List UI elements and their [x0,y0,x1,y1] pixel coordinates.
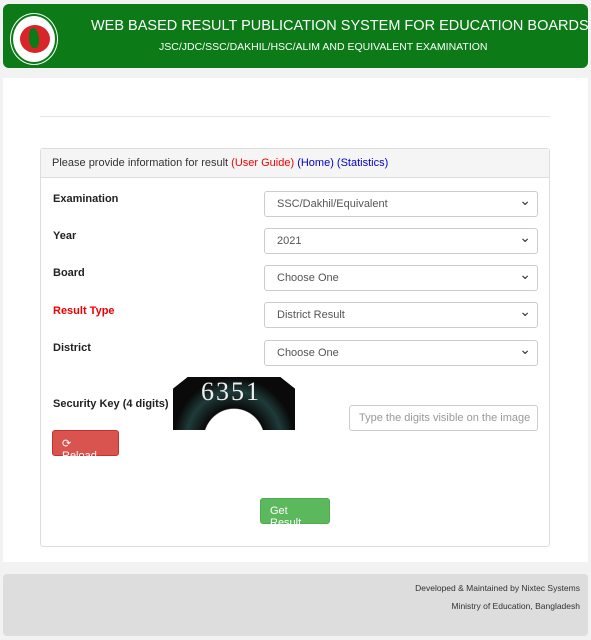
security-key-label: Security Key (4 digits) [53,398,169,410]
result-type-label: Result Type [53,305,115,317]
security-key-input[interactable]: Type the digits visible on the image [349,405,538,431]
reload-button[interactable]: ⟳ Reload [52,430,119,462]
developer-credit: Developed & Maintained by Nixtec Systems [415,583,580,593]
get-result-button[interactable]: Get Result [260,498,330,529]
result-type-select[interactable]: District Result [264,302,538,328]
divider [40,116,550,117]
refresh-icon: ⟳ [62,438,72,450]
page-subtitle: JSC/JDC/SSC/DAKHIL/HSC/ALIM AND EQUIVALE… [159,41,488,53]
result-form-panel: Please provide information for result (U… [40,148,550,547]
examination-label: Examination [53,193,119,205]
year-label: Year [53,230,77,242]
captcha-image: 6351 [173,377,295,430]
footer: Developed & Maintained by Nixtec Systems… [3,574,588,636]
main-content: Please provide information for result (U… [3,78,588,562]
district-select[interactable]: Choose One [264,340,538,366]
user-guide-link[interactable]: (User Guide) [231,157,294,169]
government-seal-logo [11,14,57,64]
panel-heading: Please provide information for result (U… [41,149,549,178]
header: WEB BASED RESULT PUBLICATION SYSTEM FOR … [3,4,589,68]
examination-select[interactable]: SSC/Dakhil/Equivalent [264,191,538,217]
statistics-link[interactable]: (Statistics) [337,157,388,169]
page-title: WEB BASED RESULT PUBLICATION SYSTEM FOR … [91,18,589,34]
board-select[interactable]: Choose One [264,265,538,291]
home-link[interactable]: (Home) [297,157,334,169]
prompt-text: Please provide information for result [52,157,232,169]
board-label: Board [53,267,85,279]
reload-label: Reload [62,450,97,462]
district-label: District [53,342,91,354]
ministry-credit: Ministry of Education, Bangladesh [451,601,580,611]
year-select[interactable]: 2021 [264,228,538,254]
